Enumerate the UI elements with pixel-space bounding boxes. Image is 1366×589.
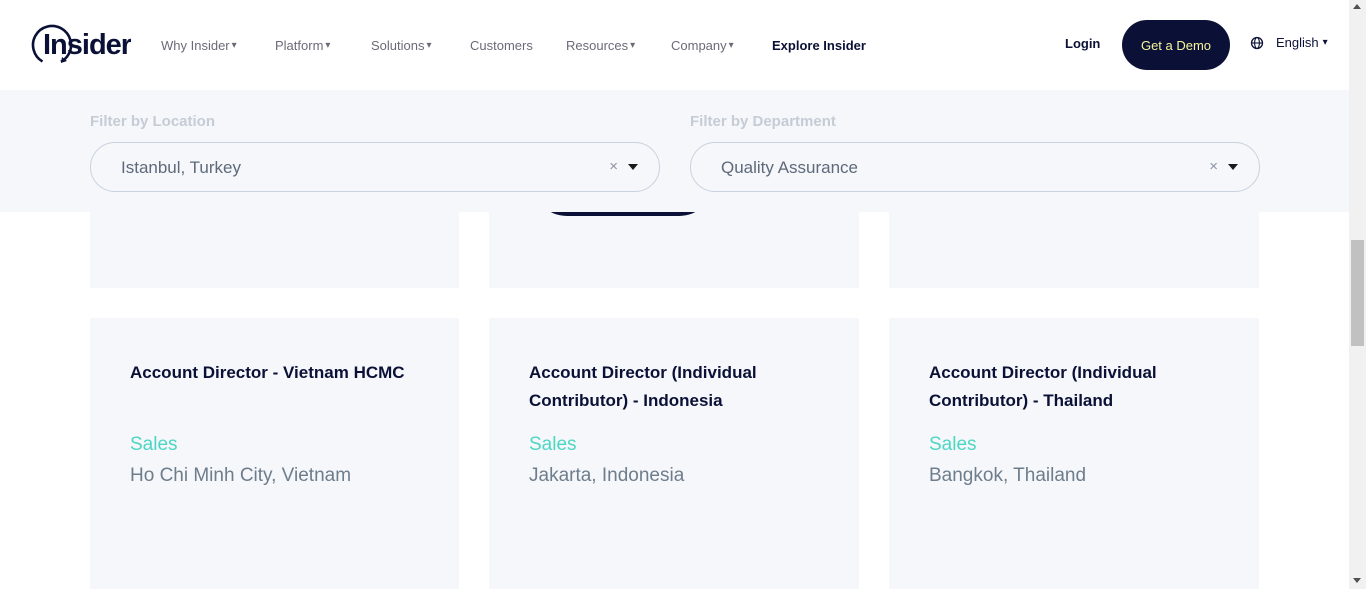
location-filter-label: Filter by Location — [90, 113, 216, 130]
nav-resources[interactable]: Resources ▾ — [566, 38, 671, 53]
job-title: Account Director (Individual Contributor… — [529, 363, 757, 410]
insider-logo[interactable]: Insider — [31, 22, 131, 68]
nav-label: Customers — [470, 37, 533, 53]
language-label: English — [1276, 35, 1319, 50]
job-title: Account Director - Vietnam HCMC — [130, 363, 405, 382]
department-select-value: Quality Assurance — [721, 158, 859, 177]
filter-bar: Filter by Location Istanbul, Turkey × Fi… — [0, 90, 1349, 212]
nav-label: Solutions — [371, 37, 425, 53]
caret-down-icon: ▾ — [630, 39, 636, 51]
nav-company[interactable]: Company ▾ — [671, 38, 772, 53]
scroll-down-icon[interactable] — [1353, 578, 1361, 583]
nav-label: Platform — [275, 37, 324, 53]
job-location: Bangkok, Thailand — [929, 465, 1087, 486]
caret-down-icon: ▾ — [325, 39, 331, 51]
job-department: Sales — [929, 434, 977, 455]
caret-down-icon: ▾ — [728, 39, 734, 51]
nav-explore-insider[interactable]: Explore Insider — [772, 38, 866, 53]
globe-icon — [1250, 36, 1264, 49]
nav-label: Explore Insider — [772, 37, 866, 53]
dropdown-arrow-icon[interactable] — [628, 164, 638, 170]
job-location: Jakarta, Indonesia — [529, 465, 685, 486]
login-link[interactable]: Login — [1065, 36, 1100, 51]
main-nav: Why Insider ▾ Platform ▾ Solutions ▾ Cus… — [161, 0, 866, 90]
caret-down-icon: ▾ — [426, 39, 432, 51]
svg-text:Insider: Insider — [43, 29, 131, 61]
nav-customers[interactable]: Customers — [470, 38, 566, 53]
nav-why-insider[interactable]: Why Insider ▾ — [161, 38, 275, 53]
nav-label: Resources — [566, 37, 629, 53]
nav-solutions[interactable]: Solutions ▾ — [371, 38, 470, 53]
get-a-demo-button[interactable]: Get a Demo — [1122, 20, 1230, 70]
nav-label: Why Insider — [161, 37, 230, 53]
job-card[interactable]: Account Director (Individual Contributor… — [489, 318, 859, 589]
location-select[interactable]: Istanbul, Turkey × — [90, 142, 660, 192]
department-select[interactable]: Quality Assurance × — [690, 142, 1260, 192]
nav-platform[interactable]: Platform ▾ — [275, 38, 371, 53]
page-scrollbar[interactable] — [1349, 0, 1366, 589]
caret-down-icon: ▾ — [1322, 37, 1328, 48]
clear-icon[interactable]: × — [1209, 158, 1218, 175]
scrollbar-thumb[interactable] — [1351, 240, 1364, 346]
nav-label: Company — [671, 37, 727, 53]
department-filter-label: Filter by Department — [690, 113, 836, 130]
scroll-up-icon[interactable] — [1353, 4, 1361, 9]
job-department: Sales — [130, 434, 178, 455]
job-card[interactable]: Account Director (Individual Contributor… — [889, 318, 1259, 589]
site-header: Insider Why Insider ▾ Platform ▾ Solutio… — [0, 0, 1349, 90]
dropdown-arrow-icon[interactable] — [1228, 164, 1238, 170]
job-location: Ho Chi Minh City, Vietnam — [130, 465, 352, 486]
clear-icon[interactable]: × — [609, 158, 618, 175]
job-title: Account Director (Individual Contributor… — [929, 363, 1157, 410]
caret-down-icon: ▾ — [231, 39, 237, 51]
location-select-value: Istanbul, Turkey — [121, 158, 242, 177]
job-card[interactable]: Account Director - Vietnam HCMC Sales Ho… — [90, 318, 459, 589]
language-selector[interactable]: English ▾ — [1250, 35, 1328, 50]
job-department: Sales — [529, 434, 577, 455]
